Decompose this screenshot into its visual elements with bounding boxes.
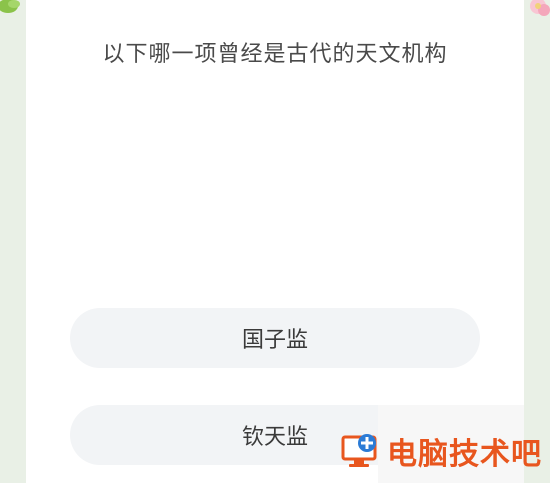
leaf-decoration-icon (0, 0, 20, 13)
answer-option-label: 钦天监 (241, 425, 308, 450)
answer-option-label: 国子监 (241, 328, 308, 353)
watermark: 电脑技术吧 (337, 429, 542, 473)
monitor-plus-logo-icon (341, 434, 377, 467)
answer-option-1[interactable]: 国子监 (70, 308, 480, 368)
watermark-text: 电脑技术吧 (387, 437, 542, 472)
flower-decoration-icon (530, 0, 550, 16)
question-text: 以下哪一项曾经是古代的天文机构 (102, 42, 448, 67)
